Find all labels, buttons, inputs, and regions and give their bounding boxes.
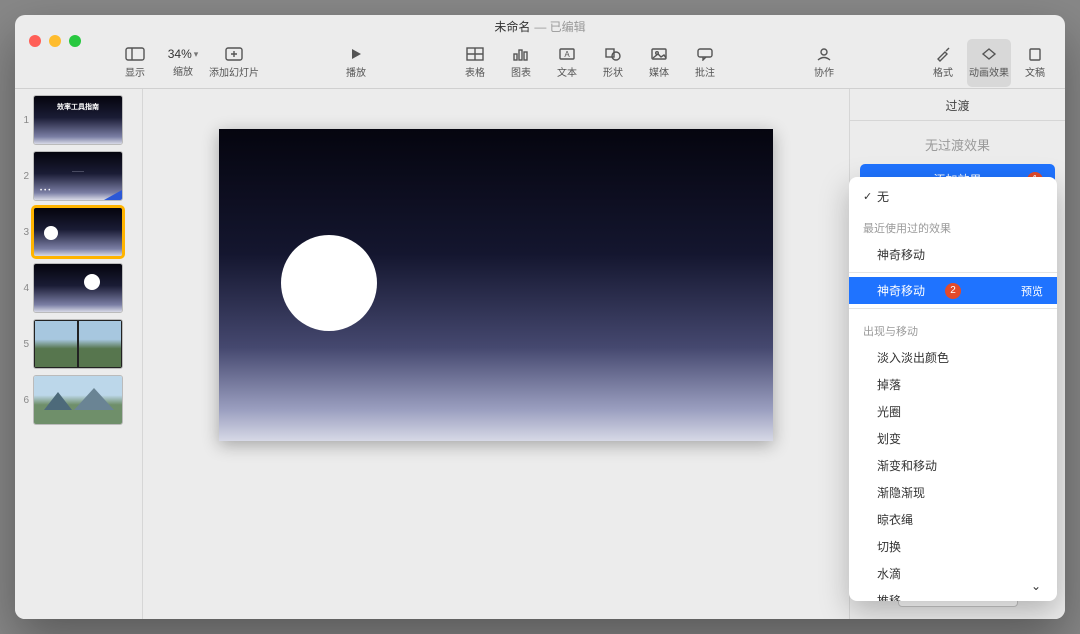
chevron-down-icon: ▾ xyxy=(194,49,199,60)
brush-icon xyxy=(933,46,953,62)
effect-item[interactable]: 晾衣绳 xyxy=(849,506,1057,533)
app-window: 未命名 — 已编辑 显示 34%▾ 缩放 添加幻灯片 播放 表格 图表 A文本 … xyxy=(15,15,1065,619)
shape-icon xyxy=(603,46,623,62)
maximize-window-button[interactable] xyxy=(69,35,81,47)
effect-item[interactable]: 推移 xyxy=(849,587,1057,601)
preview-button[interactable]: 预览 xyxy=(1021,283,1043,299)
document-state: — 已编辑 xyxy=(534,18,585,35)
shape-button[interactable]: 形状 xyxy=(591,39,635,87)
collaborate-button[interactable]: 协作 xyxy=(802,39,846,87)
effect-item[interactable]: 划变 xyxy=(849,425,1057,452)
person-icon xyxy=(814,46,834,62)
thumb-1[interactable]: 1效率工具指南 xyxy=(19,95,138,145)
text-button[interactable]: A文本 xyxy=(545,39,589,87)
diamond-icon xyxy=(979,46,999,62)
effect-item[interactable]: 切换 xyxy=(849,533,1057,560)
effect-item[interactable]: 淡入淡出颜色 xyxy=(849,344,1057,371)
document-button[interactable]: 文稿 xyxy=(1013,39,1057,87)
chevron-down-icon[interactable]: ⌄ xyxy=(1031,579,1041,593)
current-slide[interactable] xyxy=(219,129,773,441)
thumb-6[interactable]: 6 xyxy=(19,375,138,425)
recent-item[interactable]: 神奇移动 xyxy=(849,241,1057,268)
effect-item[interactable]: 渐变和移动 xyxy=(849,452,1057,479)
slide-canvas[interactable] xyxy=(143,89,849,619)
text-icon: A xyxy=(557,46,577,62)
effect-item[interactable]: 水滴 xyxy=(849,560,1057,587)
circle-shape[interactable] xyxy=(281,235,377,331)
no-transition-label: 无过渡效果 xyxy=(850,121,1065,164)
sidebar-icon xyxy=(125,46,145,62)
media-button[interactable]: 媒体 xyxy=(637,39,681,87)
chart-icon xyxy=(511,46,531,62)
window-controls xyxy=(29,35,81,47)
effect-popover: ✓无 最近使用过的效果 神奇移动 神奇移动 2 预览 出现与移动 淡入淡出颜色 … xyxy=(849,177,1057,601)
comment-button[interactable]: 批注 xyxy=(683,39,727,87)
chart-button[interactable]: 图表 xyxy=(499,39,543,87)
comment-icon xyxy=(695,46,715,62)
effect-item[interactable]: 渐隐渐现 xyxy=(849,479,1057,506)
plus-icon xyxy=(224,46,244,62)
play-button[interactable]: 播放 xyxy=(334,39,378,87)
section-appear: 出现与移动 xyxy=(849,313,1057,344)
thumb-3[interactable]: 3 xyxy=(19,207,138,257)
thumb-5[interactable]: 5 xyxy=(19,319,138,369)
media-icon xyxy=(649,46,669,62)
effect-item[interactable]: 掉落 xyxy=(849,371,1057,398)
title-bar: 未命名 — 已编辑 xyxy=(15,15,1065,37)
inspector-tab-transition[interactable]: 过渡 xyxy=(850,89,1065,121)
thumb-4[interactable]: 4 xyxy=(19,263,138,313)
document-title: 未命名 xyxy=(494,18,530,35)
svg-text:A: A xyxy=(564,50,570,59)
slide-navigator[interactable]: 1效率工具指南 2———••• 3 4 5 6 xyxy=(15,89,143,619)
add-slide-button[interactable]: 添加幻灯片 xyxy=(209,39,259,87)
minimize-window-button[interactable] xyxy=(49,35,61,47)
close-window-button[interactable] xyxy=(29,35,41,47)
effect-none[interactable]: ✓无 xyxy=(849,183,1057,210)
effect-magic-move-selected[interactable]: 神奇移动 2 预览 xyxy=(849,277,1057,304)
table-button[interactable]: 表格 xyxy=(453,39,497,87)
doc-icon xyxy=(1025,46,1045,62)
zoom-control[interactable]: 34%▾ 缩放 xyxy=(161,39,205,87)
table-icon xyxy=(465,46,485,62)
toolbar: 显示 34%▾ 缩放 添加幻灯片 播放 表格 图表 A文本 形状 媒体 批注 协… xyxy=(15,37,1065,89)
view-button[interactable]: 显示 xyxy=(113,39,157,87)
annotation-badge-2: 2 xyxy=(945,283,961,299)
format-button[interactable]: 格式 xyxy=(921,39,965,87)
section-recent: 最近使用过的效果 xyxy=(849,210,1057,241)
effect-list[interactable]: ✓无 最近使用过的效果 神奇移动 神奇移动 2 预览 出现与移动 淡入淡出颜色 … xyxy=(849,177,1057,601)
thumb-2[interactable]: 2———••• xyxy=(19,151,138,201)
play-icon xyxy=(346,46,366,62)
animate-button[interactable]: 动画效果 xyxy=(967,39,1011,87)
effect-item[interactable]: 光圈 xyxy=(849,398,1057,425)
